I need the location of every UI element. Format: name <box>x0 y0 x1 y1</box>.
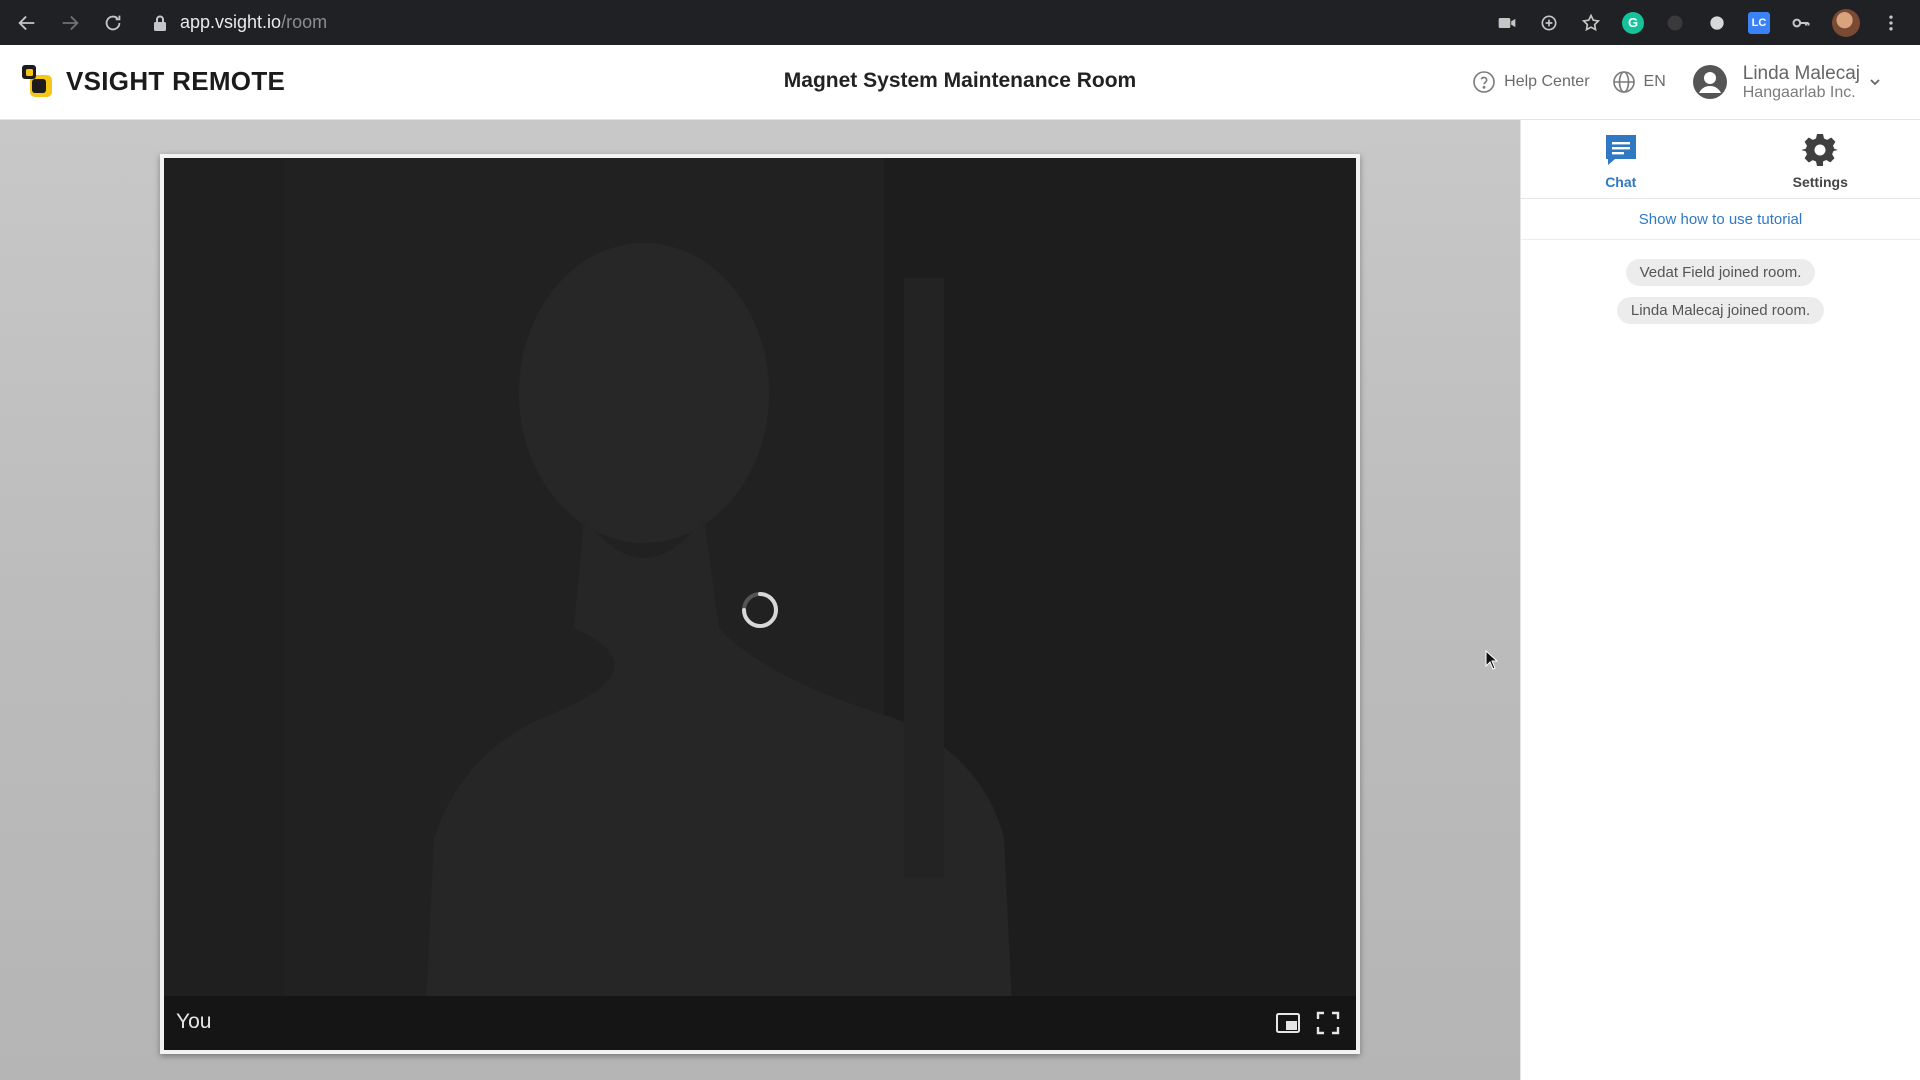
fullscreen-icon[interactable] <box>1314 1009 1342 1037</box>
tab-settings-label: Settings <box>1792 174 1848 190</box>
address-bar[interactable]: app.vsight.io/room <box>153 12 327 33</box>
language-label: EN <box>1643 73 1666 90</box>
chevron-down-icon[interactable] <box>1868 75 1882 89</box>
system-message: Vedat Field joined room. <box>1625 259 1816 286</box>
loading-spinner-icon <box>742 592 778 628</box>
help-center-label: Help Center <box>1504 73 1590 90</box>
vsight-logo-icon <box>22 65 52 97</box>
participant-label: You <box>176 1010 212 1033</box>
more-menu-icon[interactable] <box>1880 12 1902 34</box>
help-icon <box>1473 71 1495 93</box>
header-actions: Help Center EN Linda Malecaj Hangaarlab … <box>1472 59 1882 105</box>
back-icon[interactable] <box>11 7 43 39</box>
picture-in-picture-icon[interactable] <box>1274 1009 1302 1037</box>
chat-icon <box>1605 135 1636 165</box>
forward-icon[interactable] <box>54 7 86 39</box>
language-selector[interactable]: EN <box>1612 70 1666 94</box>
panel-tabs: Chat Settings <box>1521 120 1920 199</box>
tab-chat-label: Chat <box>1605 174 1637 190</box>
logo[interactable]: VSIGHT REMOTE <box>20 63 285 99</box>
extension-dark-icon[interactable] <box>1664 12 1686 34</box>
browser-toolbar: app.vsight.io/room G LC <box>0 0 1920 45</box>
key-icon[interactable] <box>1790 12 1812 34</box>
url-path: /room <box>281 12 328 32</box>
app-header: VSIGHT REMOTE Magnet System Maintenance … <box>0 45 1920 120</box>
zoom-icon[interactable] <box>1538 12 1560 34</box>
video-controls-bar: You <box>164 996 1356 1050</box>
tab-chat[interactable]: Chat <box>1521 120 1721 198</box>
local-video-tile[interactable]: You <box>160 154 1360 1054</box>
star-icon[interactable] <box>1580 12 1602 34</box>
camera-icon[interactable] <box>1496 12 1518 34</box>
mouse-cursor-icon <box>1485 650 1499 670</box>
user-organization: Hangaarlab Inc. <box>1742 83 1856 101</box>
show-tutorial-link[interactable]: Show how to use tutorial <box>1639 211 1802 228</box>
tutorial-row: Show how to use tutorial <box>1521 199 1920 240</box>
video-stage: You <box>0 120 1520 1080</box>
url-host: app.vsight.io <box>180 12 282 32</box>
logo-text: VSIGHT REMOTE <box>66 65 286 96</box>
lc-extension-icon[interactable]: LC <box>1748 11 1770 34</box>
profile-avatar-icon[interactable] <box>1832 8 1860 37</box>
user-avatar-icon[interactable] <box>1692 64 1728 100</box>
tab-settings[interactable]: Settings <box>1721 120 1920 198</box>
side-panel: Chat Settings Show how to use tutorial V… <box>1520 120 1920 1080</box>
extension-icons: G LC <box>1496 0 1902 45</box>
reload-icon[interactable] <box>97 7 129 39</box>
gear-icon <box>1802 134 1839 166</box>
user-name: Linda Malecaj <box>1742 62 1860 84</box>
chat-messages: Vedat Field joined room. Linda Malecaj j… <box>1521 240 1920 324</box>
extension-circle-icon[interactable] <box>1706 12 1728 34</box>
grammarly-icon[interactable]: G <box>1622 11 1644 34</box>
lock-icon <box>154 15 166 31</box>
help-center-link[interactable]: Help Center <box>1472 70 1590 94</box>
user-menu[interactable]: Linda Malecaj Hangaarlab Inc. <box>1743 64 1860 101</box>
room-title: Magnet System Maintenance Room <box>783 69 1137 92</box>
globe-icon <box>1612 71 1635 93</box>
system-message: Linda Malecaj joined room. <box>1616 297 1825 324</box>
